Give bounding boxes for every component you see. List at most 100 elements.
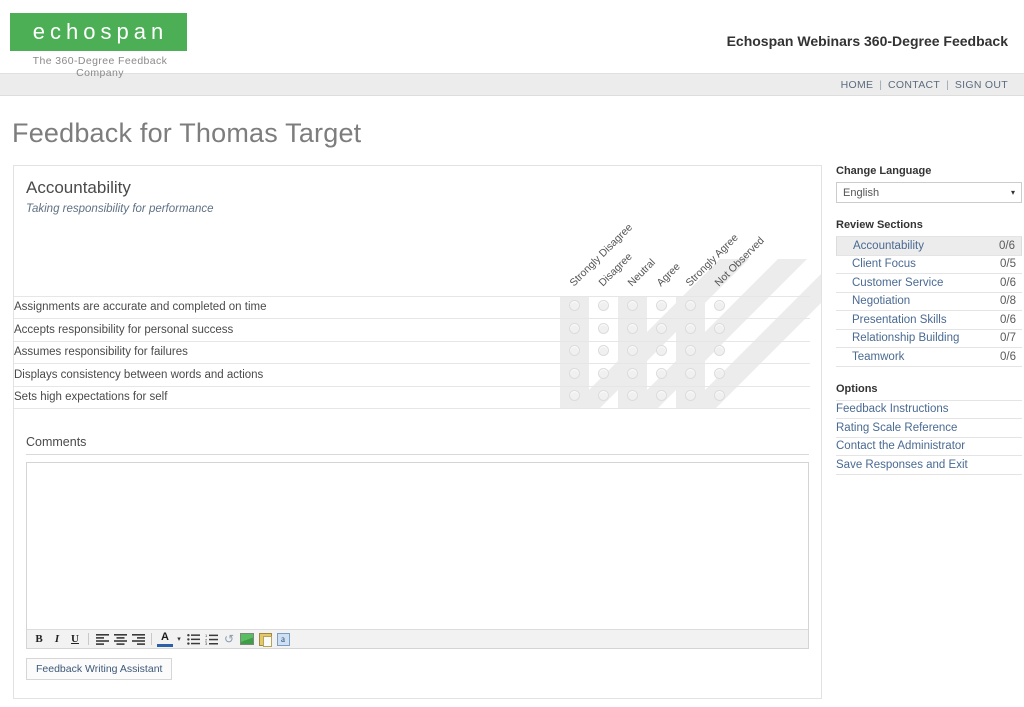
rating-cell[interactable] [560, 295, 589, 319]
rating-cell[interactable] [705, 341, 734, 364]
radio-button[interactable] [627, 300, 638, 312]
radio-button[interactable] [656, 300, 667, 312]
sidebar-item-accountability[interactable]: Accountability 0/6 [836, 237, 1022, 256]
radio-button[interactable] [598, 390, 609, 402]
paste-icon[interactable] [257, 631, 273, 647]
rating-cell[interactable] [560, 386, 589, 409]
rating-cell[interactable] [647, 363, 676, 387]
sidebar-item-teamwork[interactable]: Teamwork 0/6 [836, 348, 1022, 367]
sidebar-item-presentation-skills[interactable]: Presentation Skills 0/6 [836, 311, 1022, 330]
radio-button[interactable] [656, 322, 667, 334]
radio-button[interactable] [714, 322, 725, 334]
rating-scale-label: Strongly Disagree [567, 223, 636, 289]
rating-cell[interactable] [618, 386, 647, 409]
image-icon[interactable] [239, 631, 255, 647]
feedback-writing-assistant-button[interactable]: Feedback Writing Assistant [26, 658, 173, 680]
nav-sign-out[interactable]: SIGN OUT [955, 79, 1008, 91]
chevron-down-icon[interactable]: ▾ [175, 631, 183, 647]
comments-textarea[interactable] [27, 463, 808, 629]
rating-scale-label: Agree [654, 260, 683, 289]
radio-button[interactable] [598, 300, 609, 312]
rating-cell[interactable] [618, 341, 647, 364]
table-row: Assumes responsibility for failures [14, 341, 810, 364]
rating-cell[interactable] [618, 363, 647, 387]
row-tail [734, 341, 810, 364]
numbered-list-icon[interactable]: 1 2 3 [203, 631, 219, 647]
rating-cell[interactable] [589, 318, 618, 342]
option-feedback-instructions[interactable]: Feedback Instructions [836, 401, 1022, 419]
radio-button[interactable] [569, 300, 580, 312]
undo-icon[interactable]: ↺ [221, 631, 237, 647]
rating-cell[interactable] [560, 363, 589, 387]
bullet-list-icon[interactable] [185, 631, 201, 647]
radio-button[interactable] [627, 367, 638, 379]
radio-button[interactable] [598, 367, 609, 379]
rating-cell[interactable] [705, 363, 734, 387]
radio-button[interactable] [714, 345, 725, 357]
logo[interactable]: echospan The 360-Degree Feedback Company [10, 13, 190, 79]
radio-button[interactable] [569, 345, 580, 357]
align-center-icon[interactable] [112, 631, 128, 647]
comments-editor[interactable]: B I U A ▾ 1 2 3 ↺ a [26, 462, 809, 649]
radio-button[interactable] [685, 367, 696, 379]
radio-button[interactable] [627, 345, 638, 357]
sidebar-item-client-focus[interactable]: Client Focus 0/5 [836, 256, 1022, 274]
radio-button[interactable] [569, 390, 580, 402]
rating-cell[interactable] [560, 318, 589, 342]
rating-cell[interactable] [560, 341, 589, 364]
sidebar-item-relationship-building[interactable]: Relationship Building 0/7 [836, 330, 1022, 348]
rating-cell[interactable] [705, 295, 734, 319]
rating-cell[interactable] [705, 318, 734, 342]
rating-cell[interactable] [647, 341, 676, 364]
italic-icon[interactable]: I [49, 631, 65, 647]
rating-cell[interactable] [676, 386, 705, 409]
rating-cell[interactable] [676, 295, 705, 319]
rating-cell[interactable] [676, 341, 705, 364]
radio-button[interactable] [656, 390, 667, 402]
sidebar-item-label: Client Focus [852, 258, 916, 271]
sidebar-item-negotiation[interactable]: Negotiation 0/8 [836, 293, 1022, 311]
rating-cell[interactable] [618, 318, 647, 342]
language-select[interactable]: English ▾ [836, 182, 1022, 203]
bold-icon[interactable]: B [31, 631, 47, 647]
rating-cell[interactable] [589, 386, 618, 409]
nav-home[interactable]: HOME [841, 79, 874, 91]
rating-cell[interactable] [676, 318, 705, 342]
rating-cell[interactable] [589, 341, 618, 364]
radio-button[interactable] [685, 300, 696, 312]
sidebar: Change Language English ▾ Review Section… [836, 165, 1022, 475]
radio-button[interactable] [627, 322, 638, 334]
svg-text:3: 3 [205, 641, 208, 645]
radio-button[interactable] [714, 300, 725, 312]
rating-cell[interactable] [647, 295, 676, 319]
radio-button[interactable] [627, 390, 638, 402]
rating-cell[interactable] [647, 386, 676, 409]
sidebar-item-customer-service[interactable]: Customer Service 0/6 [836, 274, 1022, 293]
radio-button[interactable] [685, 322, 696, 334]
radio-button[interactable] [569, 322, 580, 334]
option-contact-the-administrator[interactable]: Contact the Administrator [836, 438, 1022, 456]
radio-button[interactable] [714, 367, 725, 379]
radio-button[interactable] [685, 345, 696, 357]
rating-cell[interactable] [589, 295, 618, 319]
rating-cell[interactable] [676, 363, 705, 387]
rating-cell[interactable] [705, 386, 734, 409]
rating-cell[interactable] [589, 363, 618, 387]
radio-button[interactable] [656, 345, 667, 357]
rating-cell[interactable] [647, 318, 676, 342]
radio-button[interactable] [685, 390, 696, 402]
option-save-responses-and-exit[interactable]: Save Responses and Exit [836, 456, 1022, 475]
option-rating-scale-reference[interactable]: Rating Scale Reference [836, 419, 1022, 438]
nav-contact[interactable]: CONTACT [888, 79, 940, 91]
radio-button[interactable] [598, 345, 609, 357]
radio-button[interactable] [569, 367, 580, 379]
font-color-icon[interactable]: A [157, 631, 173, 647]
radio-button[interactable] [656, 367, 667, 379]
rating-cell[interactable] [618, 295, 647, 319]
underline-icon[interactable]: U [67, 631, 83, 647]
radio-button[interactable] [714, 390, 725, 402]
align-right-icon[interactable] [130, 631, 146, 647]
radio-button[interactable] [598, 322, 609, 334]
spellcheck-icon[interactable]: a [275, 631, 291, 647]
align-left-icon[interactable] [94, 631, 110, 647]
